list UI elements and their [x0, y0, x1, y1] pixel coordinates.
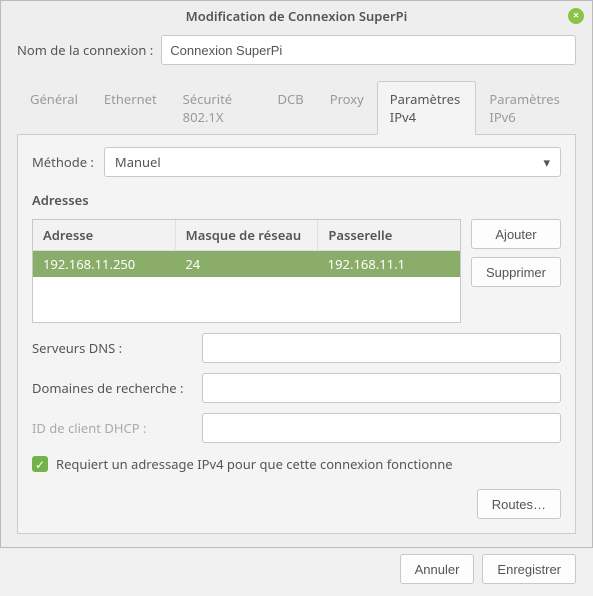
tab-ipv6-settings[interactable]: Paramètres IPv6: [476, 81, 576, 134]
addresses-table-header: Adresse Masque de réseau Passerelle: [33, 220, 460, 251]
delete-button[interactable]: Supprimer: [471, 257, 561, 287]
tab-proxy[interactable]: Proxy: [317, 81, 377, 134]
routes-button[interactable]: Routes…: [477, 489, 561, 519]
search-domains-label: Domaines de recherche :: [32, 379, 192, 397]
dialog-buttons: Annuler Enregistrer: [1, 544, 592, 596]
connection-name-label: Nom de la connexion :: [17, 41, 153, 59]
tab-general[interactable]: Général: [17, 81, 91, 134]
dhcp-client-id-label: ID de client DHCP :: [32, 419, 192, 437]
search-domains-input[interactable]: [202, 373, 561, 403]
dns-label: Serveurs DNS :: [32, 339, 192, 357]
cell-address[interactable]: 192.168.11.250: [33, 251, 175, 277]
save-button[interactable]: Enregistrer: [482, 554, 576, 584]
col-netmask[interactable]: Masque de réseau: [176, 220, 319, 250]
dialog-window: Modification de Connexion SuperPi × Nom …: [0, 0, 593, 548]
tab-dcb[interactable]: DCB: [265, 81, 317, 134]
dialog-content: Nom de la connexion : Général Ethernet S…: [1, 29, 592, 544]
window-title: Modification de Connexion SuperPi: [186, 7, 408, 25]
addresses-block: Adresse Masque de réseau Passerelle 192.…: [32, 219, 561, 323]
ipv4-panel: Méthode : Manuel ▾ Adresses Adresse Masq…: [17, 135, 576, 534]
connection-name-row: Nom de la connexion :: [17, 35, 576, 65]
titlebar: Modification de Connexion SuperPi ×: [1, 1, 592, 29]
require-ipv4-checkbox[interactable]: ✓: [32, 456, 48, 472]
tab-bar: Général Ethernet Sécurité 802.1X DCB Pro…: [17, 81, 576, 135]
require-ipv4-row: ✓ Requiert un adressage IPv4 pour que ce…: [32, 455, 561, 473]
method-select[interactable]: Manuel ▾: [104, 147, 561, 177]
dhcp-client-id-row: ID de client DHCP :: [32, 413, 561, 443]
dhcp-client-id-input: [202, 413, 561, 443]
col-address[interactable]: Adresse: [33, 220, 176, 250]
table-row[interactable]: 192.168.11.250 24 192.168.11.1: [33, 251, 460, 277]
method-label: Méthode :: [32, 153, 94, 171]
addresses-table[interactable]: Adresse Masque de réseau Passerelle 192.…: [32, 219, 461, 323]
chevron-down-icon: ▾: [543, 153, 550, 171]
connection-name-input[interactable]: [161, 35, 576, 65]
dns-row: Serveurs DNS :: [32, 333, 561, 363]
routes-row: Routes…: [32, 489, 561, 519]
tab-ipv4-settings[interactable]: Paramètres IPv4: [377, 81, 477, 135]
tab-security-8021x[interactable]: Sécurité 802.1X: [170, 81, 265, 134]
tab-ethernet[interactable]: Ethernet: [91, 81, 170, 134]
addresses-buttons: Ajouter Supprimer: [471, 219, 561, 323]
addresses-header: Adresses: [32, 191, 561, 209]
dns-input[interactable]: [202, 333, 561, 363]
method-row: Méthode : Manuel ▾: [32, 147, 561, 177]
check-icon: ✓: [35, 456, 45, 473]
method-select-value: Manuel: [115, 153, 161, 171]
add-button[interactable]: Ajouter: [471, 219, 561, 249]
close-icon[interactable]: ×: [568, 8, 584, 24]
require-ipv4-label: Requiert un adressage IPv4 pour que cett…: [56, 455, 453, 473]
cell-netmask[interactable]: 24: [175, 251, 317, 277]
search-domains-row: Domaines de recherche :: [32, 373, 561, 403]
col-gateway[interactable]: Passerelle: [318, 220, 460, 250]
cell-gateway[interactable]: 192.168.11.1: [318, 251, 460, 277]
cancel-button[interactable]: Annuler: [400, 554, 475, 584]
